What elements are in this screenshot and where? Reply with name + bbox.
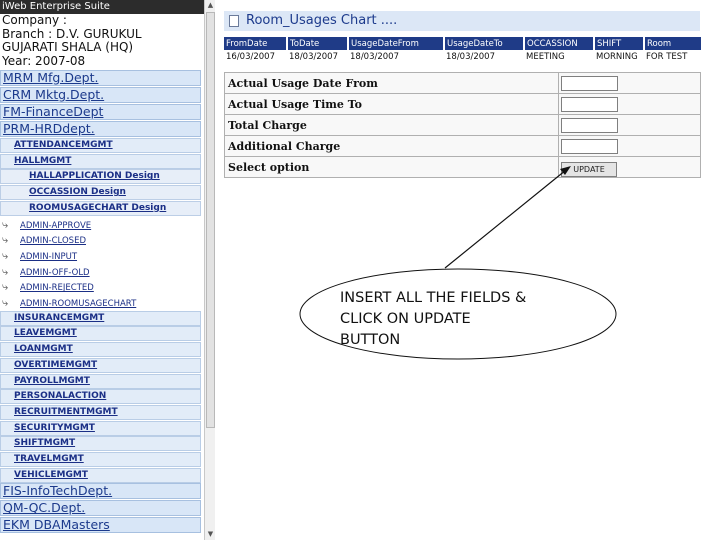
sidebar-item-label: ADMIN-CLOSED [20,236,86,247]
sidebar-item-crm-mktg-dept[interactable]: CRM Mktg.Dept. [0,87,201,103]
col-header-shift: SHIFT [594,37,645,50]
sidebar-item-recruitmentmgmt[interactable]: RECRUITMENTMGMT [0,404,201,420]
callout-line: CLICK ON UPDATE [340,311,471,327]
sidebar-scrollbar[interactable]: ▲ ▼ [204,0,215,540]
page-title-bar: Room_Usages Chart .... [224,11,700,31]
usage-time-to-label: Actual Usage Time To [224,93,559,115]
col-header-occassion: OCCASSION [524,37,595,50]
update-button[interactable]: UPDATE [561,162,617,177]
table-row[interactable]: 16/03/2007 18/03/2007 18/03/2007 18/03/2… [224,50,702,64]
sidebar-item-label: ADMIN-OFF-OLD [20,267,90,278]
sidebar-item-fm-financedept[interactable]: FM-FinanceDept [0,104,201,120]
folder-tree-icon: ⤷ [2,248,9,262]
cell-room: FOR TEST [646,52,688,62]
app-header: iWeb Enterprise Suite [0,0,204,14]
branch-line: Branch : D.V. GURUKUL [2,26,142,41]
table-header-row: FromDate ToDate UsageDateFrom UsageDateT… [224,37,703,50]
cell-from-date: 16/03/2007 [226,52,275,62]
sidebar-item-attendancemgmt[interactable]: ATTENDANCEMGMT [0,138,201,153]
year-line: Year: 2007-08 [2,53,86,68]
scroll-up-arrow-icon[interactable]: ▲ [206,1,215,10]
cell-usage-date-to: 18/03/2007 [446,52,495,62]
form-row: Actual Usage Date From [224,72,701,94]
additional-charge-input[interactable] [561,138,618,154]
company-info: Company : Branch : D.V. GURUKUL GUJARATI… [0,13,204,68]
sidebar-item-mrm-mfg-dept[interactable]: MRM Mfg.Dept. [0,70,201,86]
main-content: Room_Usages Chart .... FromDate ToDate U… [222,0,720,540]
sidebar-item-roomusagechart-design[interactable]: ROOMUSAGECHART Design [0,200,201,216]
document-icon [229,15,239,27]
select-option-label: Select option [224,156,559,178]
sidebar-item-insurancemgmt[interactable]: INSURANCEMGMT [0,310,201,326]
total-charge-label: Total Charge [224,114,559,136]
callout-line: INSERT ALL THE FIELDS & [340,290,527,306]
additional-charge-label: Additional Charge [224,135,559,157]
cell-occassion: MEETING [526,52,565,62]
sidebar-item-admin-off-old[interactable]: ⤷ ADMIN-OFF-OLD [0,263,201,279]
sidebar-item-loanmgmt[interactable]: LOANMGMT [0,342,201,358]
sidebar-item-label: ADMIN-INPUT [20,251,78,262]
cell-shift: MORNING [596,52,638,62]
form-row: Additional Charge [224,135,701,157]
sidebar-item-hallapplication-design[interactable]: HALLAPPLICATION Design [0,169,201,185]
cell-to-date: 18/03/2007 [289,52,338,62]
scroll-down-arrow-icon[interactable]: ▼ [206,530,215,539]
sidebar-item-label: ADMIN-APPROVE [20,220,92,231]
sidebar-frame: iWeb Enterprise Suite Company : Branch :… [0,0,204,540]
sidebar-item-hallmgmt[interactable]: HALLMGMT [0,153,201,169]
col-header-room: Room [644,37,703,50]
sidebar-item-payrollmgmt[interactable]: PAYROLLMGMT [0,373,201,389]
col-header-usage-date-to: UsageDateTo [444,37,525,50]
sidebar-item-securitymgmt[interactable]: SECURITYMGMT [0,420,201,436]
folder-tree-icon: ⤷ [2,264,9,278]
sidebar-item-label: ADMIN-ROOMUSAGECHART [20,299,137,309]
form-row: Actual Usage Time To [224,93,701,115]
sidebar-item-admin-input[interactable]: ⤷ ADMIN-INPUT [0,247,201,263]
col-header-to-date: ToDate [287,37,349,50]
folder-tree-icon: ⤷ [2,280,9,294]
total-charge-input[interactable] [561,117,618,133]
usage-time-to-input[interactable] [561,96,618,112]
folder-tree-icon: ⤷ [2,233,9,247]
sidebar-item-fis-infotechdept[interactable]: FIS-InfoTechDept. [0,483,201,500]
sidebar-item-qm-qc-dept[interactable]: QM-QC.Dept. [0,500,201,517]
col-header-from-date: FromDate [224,37,288,50]
sidebar-item-admin-roomusagechart[interactable]: ⤷ ADMIN-ROOMUSAGECHART [0,295,201,310]
callout-line: BUTTON [340,332,401,348]
sidebar-item-leavemgmt[interactable]: LEAVEMGMT [0,326,201,342]
sidebar-item-prm-hrddept[interactable]: PRM-HRDdept. [0,121,201,137]
sidebar-item-vehiclemgmt[interactable]: VEHICLEMGMT [0,467,201,483]
callout-text: INSERT ALL THE FIELDS & CLICK ON UPDATE … [340,288,600,351]
sidebar-item-occassion-design[interactable]: OCCASSION Design [0,185,201,201]
cell-usage-date-from: 18/03/2007 [350,52,399,62]
sidebar-item-overtimemgmt[interactable]: OVERTIMEMGMT [0,357,201,373]
usage-date-from-input[interactable] [561,75,618,91]
col-header-usage-date-from: UsageDateFrom [348,37,445,50]
sidebar-item-label: ADMIN-REJECTED [20,283,94,294]
branch-line-2: GUJARATI SHALA (HQ) [2,40,134,54]
form-row: Total Charge [224,114,701,136]
sidebar-item-ekm-dbamasters[interactable]: EKM DBAMasters [0,517,201,534]
folder-tree-icon: ⤷ [2,296,9,309]
page-title: Room_Usages Chart .... [246,13,398,28]
sidebar-item-admin-closed[interactable]: ⤷ ADMIN-CLOSED [0,232,201,248]
sidebar-item-travelmgmt[interactable]: TRAVELMGMT [0,452,201,467]
usage-table: FromDate ToDate UsageDateFrom UsageDateT… [224,37,703,64]
update-form: Actual Usage Date From Actual Usage Time… [224,72,701,178]
folder-tree-icon: ⤷ [2,217,9,231]
company-line: Company : [2,13,67,27]
form-row: Select option UPDATE [224,156,701,178]
sidebar-item-admin-rejected[interactable]: ⤷ ADMIN-REJECTED [0,279,201,295]
sidebar-item-personalaction[interactable]: PERSONALACTION [0,389,201,405]
sidebar-item-shiftmgmt[interactable]: SHIFTMGMT [0,436,201,452]
scrollbar-thumb[interactable] [206,12,215,428]
usage-date-from-label: Actual Usage Date From [224,72,559,94]
sidebar-item-admin-approve[interactable]: ⤷ ADMIN-APPROVE [0,216,201,232]
